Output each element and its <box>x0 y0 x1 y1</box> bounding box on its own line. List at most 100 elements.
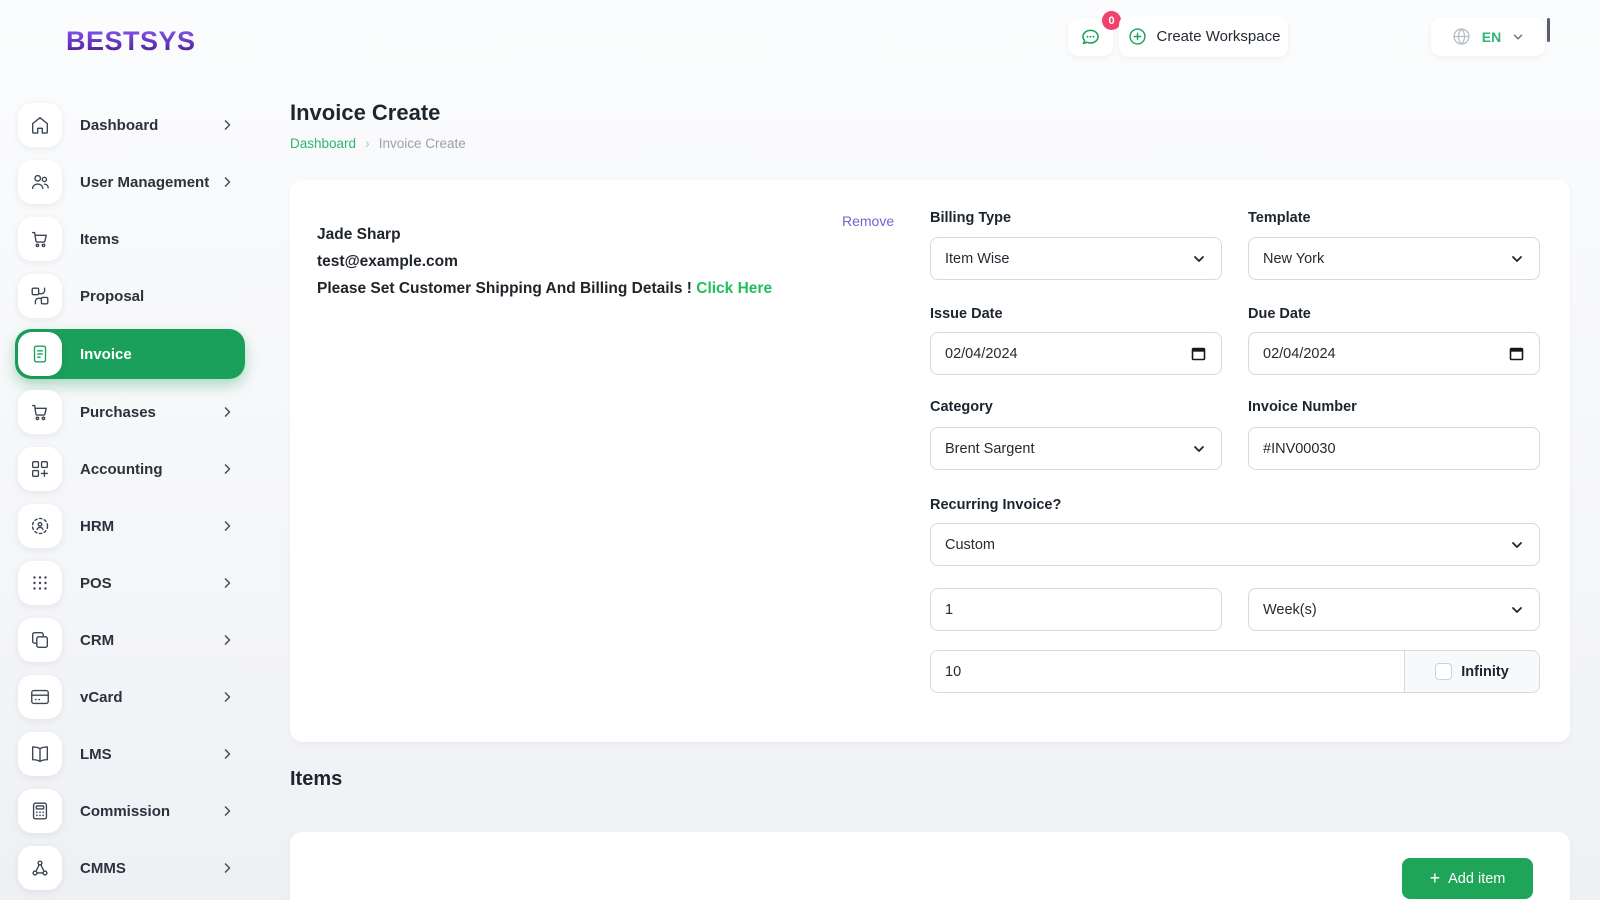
sidebar-item-user-management[interactable]: User Management <box>0 158 262 206</box>
transform-icon <box>18 274 62 318</box>
chat-bubble-icon <box>1079 26 1102 49</box>
sidebar: BESTSYS Dashboard User Management <box>0 0 262 900</box>
sidebar-item-label: HRM <box>80 518 114 535</box>
sidebar-item-label: Proposal <box>80 288 144 305</box>
sidebar-item-hrm[interactable]: HRM <box>0 502 262 550</box>
language-code: EN <box>1482 29 1501 45</box>
invoice-create-card: Jade Sharp test@example.com Please Set C… <box>290 180 1570 742</box>
scrollbar-thumb[interactable] <box>1547 18 1550 42</box>
sidebar-item-label: POS <box>80 575 112 592</box>
sidebar-item-label: Commission <box>80 803 170 820</box>
template-value: New York <box>1263 251 1324 267</box>
sidebar-item-label: Accounting <box>80 461 163 478</box>
breadcrumb: Dashboard › Invoice Create <box>290 135 466 151</box>
grid-plus-icon <box>18 447 62 491</box>
breadcrumb-current: Invoice Create <box>379 136 466 151</box>
globe-icon <box>1451 26 1472 47</box>
interval-unit-select[interactable]: Week(s) <box>1248 588 1540 631</box>
chevron-right-icon <box>221 463 234 476</box>
occurrences-group: Infinity <box>930 650 1540 693</box>
sidebar-item-purchases[interactable]: Purchases <box>0 388 262 436</box>
sidebar-item-label: Dashboard <box>80 117 158 134</box>
sidebar-item-pos[interactable]: POS <box>0 559 262 607</box>
dots-grid-icon <box>18 561 62 605</box>
credit-card-icon <box>18 675 62 719</box>
sidebar-item-accounting[interactable]: Accounting <box>0 445 262 493</box>
sidebar-item-cmms[interactable]: CMMS <box>0 844 262 892</box>
chevron-down-icon <box>1509 537 1525 553</box>
issue-date-label: Issue Date <box>930 306 1003 322</box>
sidebar-item-label: vCard <box>80 689 123 706</box>
language-selector[interactable]: EN <box>1431 17 1545 56</box>
invoice-number-input[interactable] <box>1248 427 1540 470</box>
cart-icon <box>18 390 62 434</box>
book-icon <box>18 732 62 776</box>
occurrences-input[interactable] <box>931 651 1404 692</box>
chevron-down-icon <box>1191 441 1207 457</box>
user-dashed-circle-icon <box>18 504 62 548</box>
interval-unit-value: Week(s) <box>1263 602 1317 618</box>
due-date-input[interactable]: 02/04/2024 <box>1248 332 1540 375</box>
chevron-down-icon <box>1509 602 1525 618</box>
plus-circle-icon <box>1127 26 1148 47</box>
customer-email: test@example.com <box>317 253 458 271</box>
chevron-right-icon <box>221 176 234 189</box>
chevron-right-icon <box>221 634 234 647</box>
template-select[interactable]: New York <box>1248 237 1540 280</box>
template-label: Template <box>1248 210 1311 226</box>
invoice-file-icon <box>18 332 62 376</box>
home-icon <box>18 103 62 147</box>
sidebar-item-label: Purchases <box>80 404 156 421</box>
app-root: BESTSYS Dashboard User Management <box>0 0 1600 900</box>
billing-note-text: Please Set Customer Shipping And Billing… <box>317 280 692 297</box>
sidebar-item-invoice[interactable]: Invoice <box>15 329 245 379</box>
copy-icon <box>18 618 62 662</box>
sidebar-nav: Dashboard User Management Items <box>0 101 262 900</box>
sidebar-item-label: User Management <box>80 174 209 191</box>
chat-button[interactable]: 0 <box>1068 18 1113 56</box>
chevron-right-icon <box>221 119 234 132</box>
infinity-checkbox[interactable] <box>1435 663 1452 680</box>
click-here-link[interactable]: Click Here <box>696 280 772 297</box>
customer-name: Jade Sharp <box>317 226 401 244</box>
interval-count-input[interactable] <box>930 588 1222 631</box>
chevron-right-icon <box>221 748 234 761</box>
due-date-label: Due Date <box>1248 306 1311 322</box>
sidebar-item-commission[interactable]: Commission <box>0 787 262 835</box>
sidebar-item-label: Invoice <box>80 346 132 363</box>
chevron-down-icon <box>1509 251 1525 267</box>
issue-date-input[interactable]: 02/04/2024 <box>930 332 1222 375</box>
cart-icon <box>18 217 62 261</box>
sidebar-item-label: LMS <box>80 746 112 763</box>
plus-icon: + <box>1430 868 1441 889</box>
create-workspace-label: Create Workspace <box>1157 28 1281 45</box>
sidebar-item-crm[interactable]: CRM <box>0 616 262 664</box>
brand-logo: BESTSYS <box>66 26 196 57</box>
sidebar-item-vcard[interactable]: vCard <box>0 673 262 721</box>
add-item-button[interactable]: + Add item <box>1402 858 1533 899</box>
customer-billing-note: Please Set Customer Shipping And Billing… <box>317 280 772 298</box>
items-section-title: Items <box>290 768 342 791</box>
sidebar-item-lms[interactable]: LMS <box>0 730 262 778</box>
remove-customer-link[interactable]: Remove <box>842 213 894 229</box>
category-value: Brent Sargent <box>945 441 1034 457</box>
billing-type-select[interactable]: Item Wise <box>930 237 1222 280</box>
add-item-label: Add item <box>1448 871 1505 887</box>
chevron-right-icon <box>221 577 234 590</box>
billing-type-value: Item Wise <box>945 251 1009 267</box>
billing-type-label: Billing Type <box>930 210 1011 226</box>
recurring-invoice-select[interactable]: Custom <box>930 523 1540 566</box>
sidebar-item-label: Items <box>80 231 119 248</box>
breadcrumb-dashboard-link[interactable]: Dashboard <box>290 136 356 151</box>
sidebar-item-items[interactable]: Items <box>0 215 262 263</box>
category-select[interactable]: Brent Sargent <box>930 427 1222 470</box>
chevron-right-icon <box>221 862 234 875</box>
create-workspace-button[interactable]: Create Workspace <box>1119 15 1288 57</box>
chevron-right-icon <box>221 805 234 818</box>
calculator-icon <box>18 789 62 833</box>
category-label: Category <box>930 399 993 415</box>
sidebar-item-dashboard[interactable]: Dashboard <box>0 101 262 149</box>
chevron-right-icon <box>221 520 234 533</box>
sidebar-item-proposal[interactable]: Proposal <box>0 272 262 320</box>
nodes-icon <box>18 846 62 890</box>
